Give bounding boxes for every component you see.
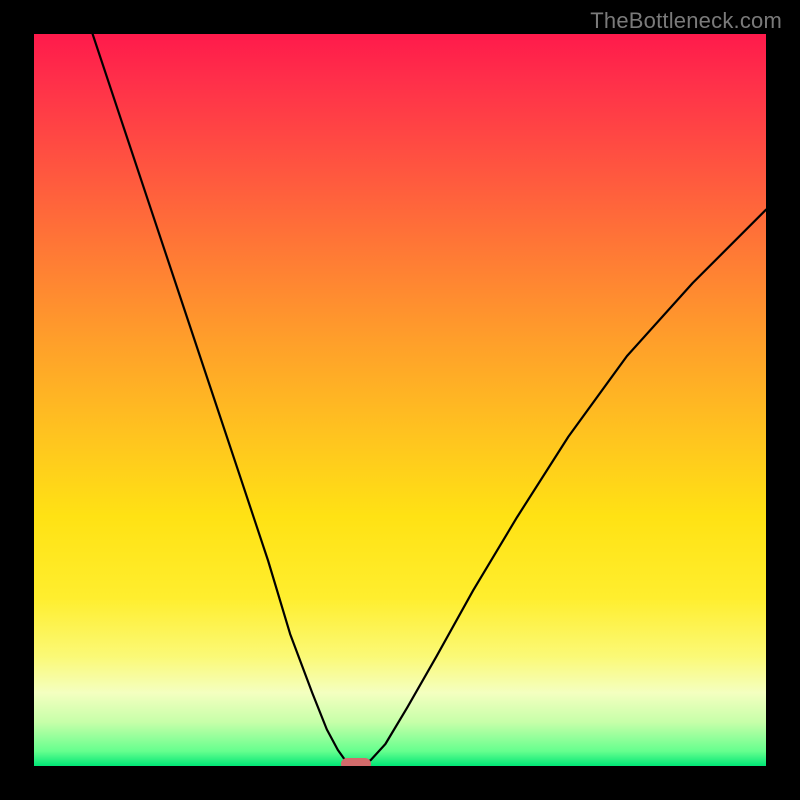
chart-frame: TheBottleneck.com [0, 0, 800, 800]
plot-area [34, 34, 766, 766]
minimum-marker [341, 758, 371, 766]
watermark-text: TheBottleneck.com [590, 8, 782, 34]
curve-layer [34, 34, 766, 766]
curve-right-branch [363, 210, 766, 765]
curve-left-branch [93, 34, 349, 765]
